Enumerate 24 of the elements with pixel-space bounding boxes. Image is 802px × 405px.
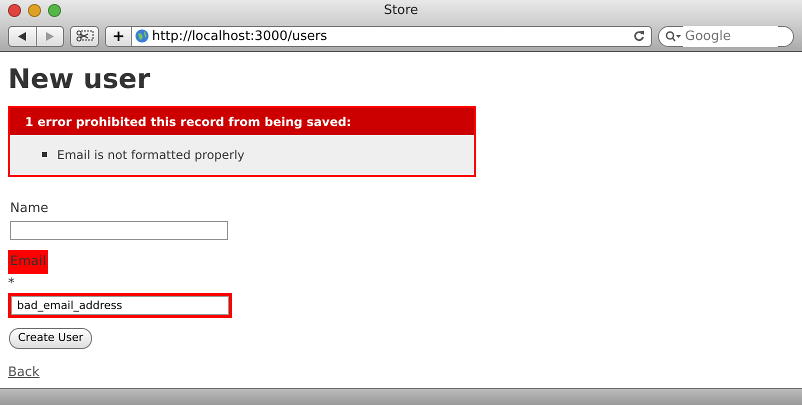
add-bookmark-button[interactable]: + [106, 26, 132, 46]
field-label: Email [8, 250, 48, 274]
search-icon [665, 30, 681, 42]
create-user-button[interactable]: Create User [9, 328, 92, 349]
address-bar[interactable]: + http://localhost:3000/users [105, 26, 652, 47]
back-link[interactable]: Back [8, 364, 40, 380]
minimize-icon[interactable] [28, 4, 41, 18]
required-mark: * [8, 274, 16, 293]
close-icon[interactable] [8, 4, 21, 18]
error-title: 1 error prohibited this record from being saved: [10, 108, 474, 135]
zoom-icon[interactable] [48, 4, 61, 18]
input-field[interactable]: bad_email_address [8, 293, 232, 318]
globe-icon [135, 29, 149, 44]
bullet-icon [42, 152, 47, 158]
field-label: Name [9, 200, 50, 218]
scissors-icon [76, 30, 94, 42]
reload-icon[interactable] [633, 30, 645, 42]
right-arrow-icon [46, 32, 54, 41]
search-field[interactable]: Google [658, 26, 794, 47]
window-title: Store [384, 3, 418, 18]
left-arrow-icon [18, 32, 27, 41]
page-heading: New user [8, 64, 152, 96]
input-field[interactable] [10, 221, 228, 240]
error-message: Email is not formatted properly [57, 146, 245, 163]
